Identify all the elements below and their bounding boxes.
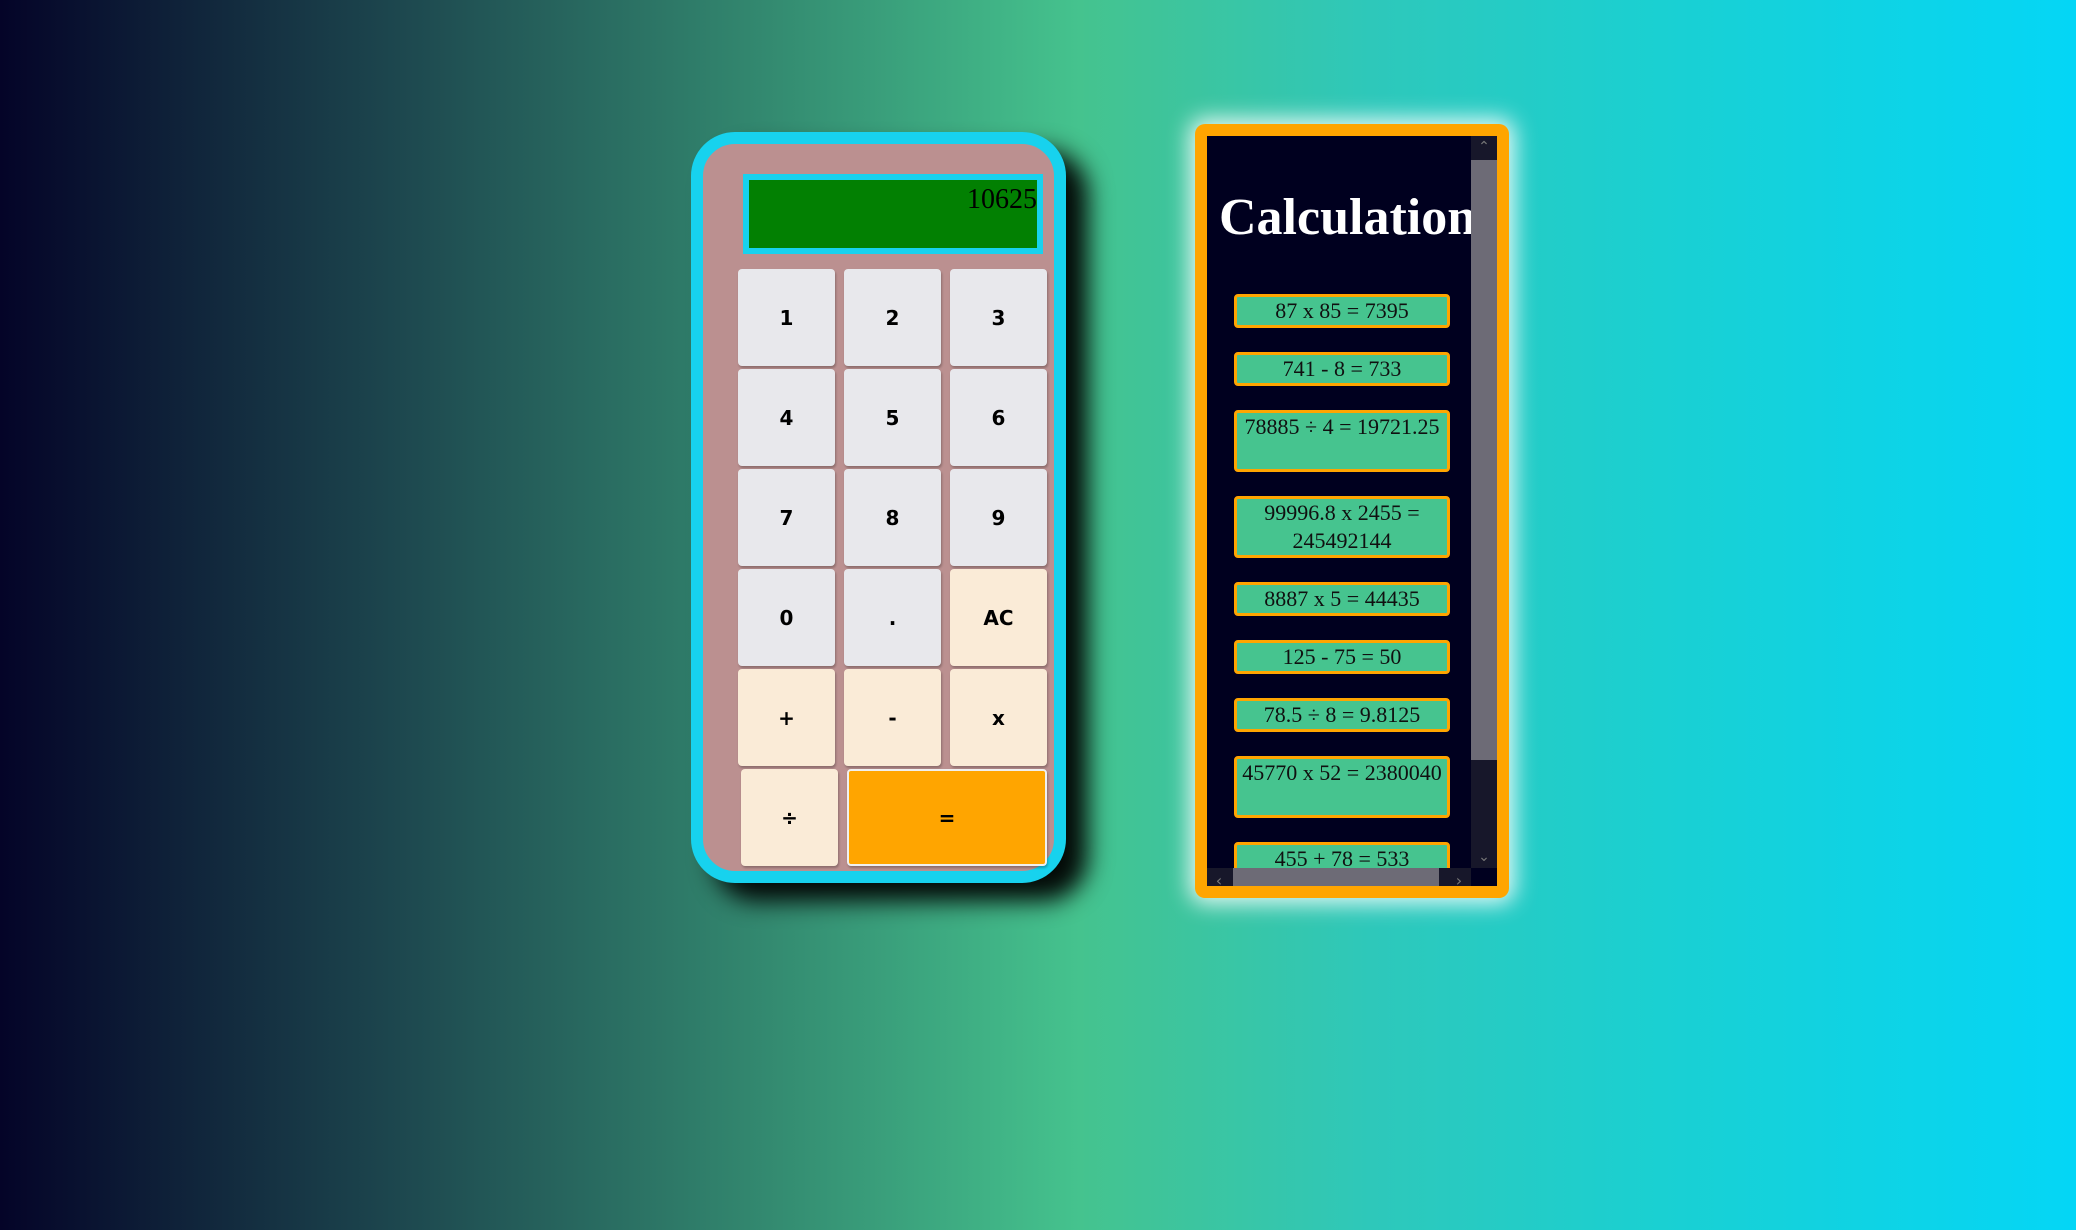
history-entry: 99996.8 x 2455 = 245492144 bbox=[1234, 496, 1450, 558]
divide-button[interactable]: ÷ bbox=[741, 769, 838, 866]
key-1[interactable]: 1 bbox=[738, 269, 835, 366]
history-entry: 78885 ÷ 4 = 19721.25 bbox=[1234, 410, 1450, 472]
scroll-up-arrow-icon[interactable]: ⌃ bbox=[1471, 136, 1497, 158]
history-entry: 87 x 85 = 7395 bbox=[1234, 294, 1450, 328]
horizontal-scrollbar[interactable]: ‹ › bbox=[1207, 868, 1471, 886]
history-entry: 8887 x 5 = 44435 bbox=[1234, 582, 1450, 616]
history-entry: 45770 x 52 = 2380040 bbox=[1234, 756, 1450, 818]
key-0[interactable]: 0 bbox=[738, 569, 835, 666]
calculator: 10625 1 2 3 4 5 6 7 8 9 0 . AC + - x ÷ = bbox=[691, 132, 1066, 883]
history-title: Calculations bbox=[1219, 189, 1471, 246]
key-8[interactable]: 8 bbox=[844, 469, 941, 566]
decimal-point-button[interactable]: . bbox=[844, 569, 941, 666]
calculator-display: 10625 bbox=[743, 174, 1043, 254]
history-entry: 741 - 8 = 733 bbox=[1234, 352, 1450, 386]
vertical-scrollbar[interactable]: ⌃ ⌄ bbox=[1471, 136, 1497, 868]
scroll-right-arrow-icon[interactable]: › bbox=[1447, 868, 1471, 886]
all-clear-button[interactable]: AC bbox=[950, 569, 1047, 666]
key-3[interactable]: 3 bbox=[950, 269, 1047, 366]
add-button[interactable]: + bbox=[738, 669, 835, 766]
key-9[interactable]: 9 bbox=[950, 469, 1047, 566]
scrollbar-corner bbox=[1471, 868, 1497, 886]
calculation-history-panel: Calculations 87 x 85 = 7395 741 - 8 = 73… bbox=[1195, 124, 1509, 898]
history-entry: 78.5 ÷ 8 = 9.8125 bbox=[1234, 698, 1450, 732]
history-entry: 455 + 78 = 533 bbox=[1234, 842, 1450, 868]
vertical-scroll-thumb[interactable] bbox=[1471, 160, 1497, 760]
key-5[interactable]: 5 bbox=[844, 369, 941, 466]
history-entry: 125 - 75 = 50 bbox=[1234, 640, 1450, 674]
subtract-button[interactable]: - bbox=[844, 669, 941, 766]
scroll-down-arrow-icon[interactable]: ⌄ bbox=[1471, 846, 1497, 868]
multiply-button[interactable]: x bbox=[950, 669, 1047, 766]
equals-button[interactable]: = bbox=[847, 769, 1047, 866]
key-4[interactable]: 4 bbox=[738, 369, 835, 466]
scroll-left-arrow-icon[interactable]: ‹ bbox=[1207, 868, 1231, 886]
horizontal-scroll-thumb[interactable] bbox=[1233, 868, 1439, 886]
history-scroll-area[interactable]: Calculations 87 x 85 = 7395 741 - 8 = 73… bbox=[1207, 136, 1471, 868]
key-2[interactable]: 2 bbox=[844, 269, 941, 366]
key-6[interactable]: 6 bbox=[950, 369, 1047, 466]
key-7[interactable]: 7 bbox=[738, 469, 835, 566]
